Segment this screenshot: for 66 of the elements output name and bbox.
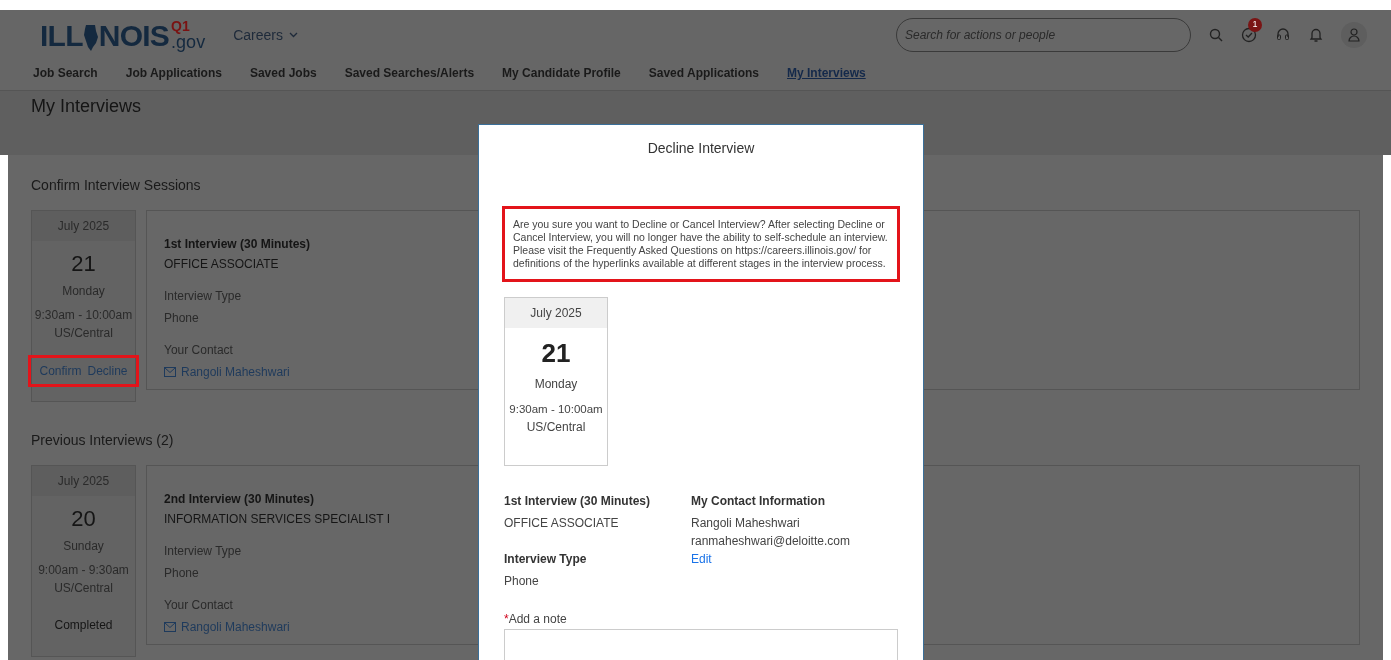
contact-heading: My Contact Information	[691, 492, 825, 510]
interview-title: 2nd Interview (30 Minutes)	[164, 491, 315, 508]
nav-tab[interactable]: Saved Applications	[648, 64, 759, 82]
position-name: OFFICE ASSOCIATE	[504, 514, 619, 532]
position-name: OFFICE ASSOCIATE	[164, 256, 279, 273]
mail-icon	[164, 367, 176, 377]
profile-avatar[interactable]	[1341, 22, 1367, 48]
timezone-label: US/Central	[54, 325, 113, 342]
field-label: Your Contact	[164, 597, 233, 614]
status-label: Completed	[54, 617, 113, 634]
logo-suffix: .gov	[171, 33, 206, 51]
month-label: July 2025	[505, 298, 607, 328]
field-label: Interview Type	[164, 288, 242, 305]
page-title: My Interviews	[31, 95, 143, 118]
person-icon	[1348, 28, 1360, 42]
search-field[interactable]: Search for actions or people	[896, 18, 1191, 52]
logo-text: Q1	[171, 19, 190, 33]
weekday-label: Monday	[62, 283, 105, 300]
search-icon[interactable]	[1209, 28, 1223, 42]
checkmark-circle-icon[interactable]	[1241, 27, 1257, 43]
logo-text: NOIS	[98, 21, 170, 51]
field-value: Phone	[164, 565, 199, 582]
field-label: Interview Type	[504, 550, 587, 568]
action-link[interactable]: Confirm	[39, 362, 82, 380]
action-link[interactable]: Decline	[87, 362, 128, 380]
chevron-down-icon	[288, 32, 298, 38]
bell-icon[interactable]	[1309, 27, 1323, 43]
headset-icon[interactable]	[1275, 27, 1291, 43]
field-value: Phone	[504, 572, 539, 590]
contact-name: Rangoli Maheshwari	[691, 514, 800, 532]
contact-link[interactable]: Rangoli Maheshwari	[181, 618, 290, 636]
nav-tab[interactable]: My Interviews	[787, 64, 866, 82]
field-value: Phone	[164, 310, 199, 327]
field-label: *Add a note	[504, 610, 568, 628]
time-range: 9:30am - 10:00am	[34, 307, 133, 324]
logo-text: ILL	[40, 21, 83, 51]
day-number: 20	[71, 505, 96, 533]
state-map-icon	[83, 25, 98, 51]
time-range: 9:00am - 9:30am	[38, 562, 129, 579]
position-name: INFORMATION SERVICES SPECIALIST I	[164, 511, 391, 528]
dialog-title: Decline Interview	[646, 139, 756, 158]
field-label: Interview Type	[164, 543, 242, 560]
time-range: 9:30am - 10:00am	[509, 402, 603, 417]
notification-badge: 1	[1248, 18, 1262, 32]
mail-icon	[164, 622, 176, 632]
weekday-label: Monday	[534, 376, 578, 393]
timezone-label: US/Central	[54, 580, 113, 597]
contact-email: ranmaheshwari@deloitte.com	[691, 532, 850, 550]
warning-message: Are you sure you want to Decline or Cancel Interview? After selecting Decline or Cancel Interview, you will no longer have the ability to self-schedule an interview. Please visit the Frequently Asked Questions on https://careers.illinois.gov/ for definitions of the hyperlinks available at different stages in the interview process.	[502, 206, 900, 282]
nav-tab[interactable]: Saved Jobs	[249, 64, 317, 82]
edit-link[interactable]: Edit	[691, 549, 712, 568]
nav-tab[interactable]: Job Applications	[125, 64, 222, 82]
section-heading: Previous Interviews (2)	[31, 431, 174, 450]
section-heading: Confirm Interview Sessions	[31, 176, 201, 195]
day-number: 21	[71, 250, 96, 278]
careers-menu[interactable]: Careers	[233, 24, 298, 46]
timezone-label: US/Central	[526, 419, 586, 437]
field-label: Your Contact	[164, 342, 233, 359]
nav-tab[interactable]: Job Search	[33, 64, 98, 82]
interview-title: 1st Interview (30 Minutes)	[504, 492, 651, 510]
nav-tab[interactable]: My Candidate Profile	[502, 64, 621, 82]
interview-title: 1st Interview (30 Minutes)	[164, 236, 311, 253]
nav-tab[interactable]: Saved Searches/Alerts	[344, 64, 475, 82]
contact-link[interactable]: Rangoli Maheshwari	[181, 363, 290, 381]
weekday-label: Sunday	[63, 538, 104, 555]
day-number: 21	[541, 337, 571, 370]
